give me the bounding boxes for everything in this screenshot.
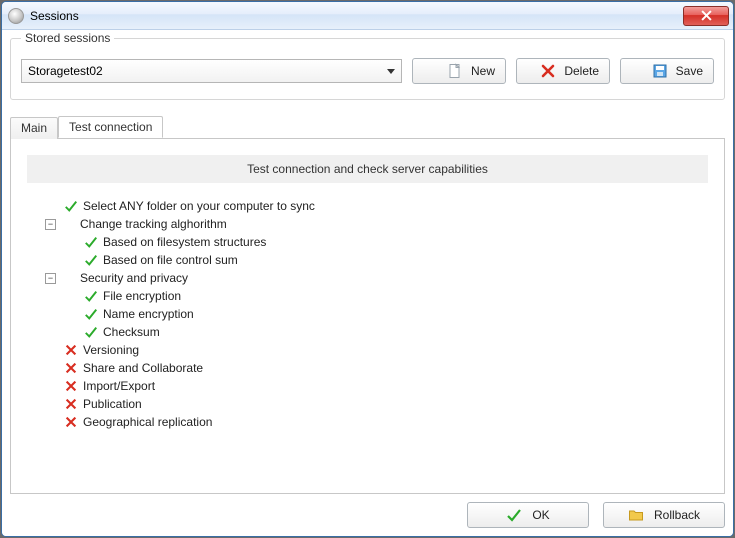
delete-x-icon (540, 63, 556, 79)
tree-item-based-sum: Based on file control sum (45, 251, 708, 269)
delete-button[interactable]: Delete (516, 58, 610, 84)
capabilities-tree: Select ANY folder on your computer to sy… (27, 197, 708, 431)
tab-strip: Main Test connection (10, 116, 725, 138)
session-dropdown[interactable]: Storagetest02 (21, 59, 402, 83)
stored-sessions-group: Stored sessions Storagetest02 New Delete (10, 38, 725, 100)
tree-expander[interactable]: − (45, 219, 56, 230)
tree-item-label: Based on file control sum (103, 253, 238, 267)
cross-icon (63, 378, 79, 394)
check-icon (83, 252, 99, 268)
tree-item-file-enc: File encryption (45, 287, 708, 305)
tree-item-label: Publication (83, 397, 142, 411)
rollback-button[interactable]: Rollback (603, 502, 725, 528)
save-disk-icon (652, 63, 668, 79)
tree-item-versioning: Versioning (45, 341, 708, 359)
window-title: Sessions (30, 9, 683, 23)
tab-pane-test-connection: Test connection and check server capabil… (10, 138, 725, 494)
app-icon (8, 8, 24, 24)
cross-icon (63, 414, 79, 430)
document-icon (447, 63, 463, 79)
check-icon (83, 324, 99, 340)
cross-icon (63, 342, 79, 358)
tree-item-security: − Security and privacy (45, 269, 708, 287)
tree-item-change-tracking: − Change tracking alghorithm (45, 215, 708, 233)
check-icon (63, 198, 79, 214)
tree-item-label: Checksum (103, 325, 160, 339)
cross-icon (63, 360, 79, 376)
tree-item-label: Name encryption (103, 307, 194, 321)
cross-icon (63, 396, 79, 412)
footer-buttons: OK Rollback (467, 502, 725, 528)
tree-item-name-enc: Name encryption (45, 305, 708, 323)
tree-item-import-export: Import/Export (45, 377, 708, 395)
tab-main-label: Main (21, 121, 47, 135)
tree-item-label: Import/Export (83, 379, 155, 393)
tree-item-label: Change tracking alghorithm (80, 217, 227, 231)
tree-item-label: Geographical replication (83, 415, 212, 429)
sessions-window: Sessions Stored sessions Storagetest02 N… (1, 1, 734, 537)
save-button-label: Save (676, 64, 703, 78)
tree-item-share: Share and Collaborate (45, 359, 708, 377)
tree-item-label: File encryption (103, 289, 181, 303)
titlebar: Sessions (2, 2, 733, 30)
tree-item-label: Select ANY folder on your computer to sy… (83, 199, 315, 213)
tree-item-checksum: Checksum (45, 323, 708, 341)
ok-button-label: OK (532, 508, 549, 522)
folder-icon (628, 507, 644, 523)
tab-main[interactable]: Main (10, 117, 58, 139)
close-button[interactable] (683, 6, 729, 26)
check-icon (83, 288, 99, 304)
tree-item-select-any: Select ANY folder on your computer to sy… (45, 197, 708, 215)
chevron-down-icon (387, 69, 395, 74)
close-icon (701, 10, 712, 21)
tree-item-label: Versioning (83, 343, 139, 357)
tree-item-label: Based on filesystem structures (103, 235, 266, 249)
tree-expander[interactable]: − (45, 273, 56, 284)
new-button-label: New (471, 64, 495, 78)
tab-test-connection-label: Test connection (69, 120, 152, 134)
check-icon (83, 306, 99, 322)
save-button[interactable]: Save (620, 58, 714, 84)
ok-check-icon (506, 507, 522, 523)
tree-item-label: Share and Collaborate (83, 361, 203, 375)
tree-item-geo: Geographical replication (45, 413, 708, 431)
tree-item-publication: Publication (45, 395, 708, 413)
tab-test-connection[interactable]: Test connection (58, 116, 163, 138)
delete-button-label: Delete (564, 64, 599, 78)
panel-header-text: Test connection and check server capabil… (247, 162, 488, 176)
tabs-container: Main Test connection Test connection and… (10, 116, 725, 494)
stored-sessions-label: Stored sessions (21, 31, 114, 45)
session-dropdown-value: Storagetest02 (28, 64, 103, 78)
check-icon (83, 234, 99, 250)
new-button[interactable]: New (412, 58, 506, 84)
tree-item-label: Security and privacy (80, 271, 188, 285)
tree-item-based-fs: Based on filesystem structures (45, 233, 708, 251)
rollback-button-label: Rollback (654, 508, 700, 522)
ok-button[interactable]: OK (467, 502, 589, 528)
panel-header: Test connection and check server capabil… (27, 155, 708, 183)
client-area: Stored sessions Storagetest02 New Delete (2, 30, 733, 536)
